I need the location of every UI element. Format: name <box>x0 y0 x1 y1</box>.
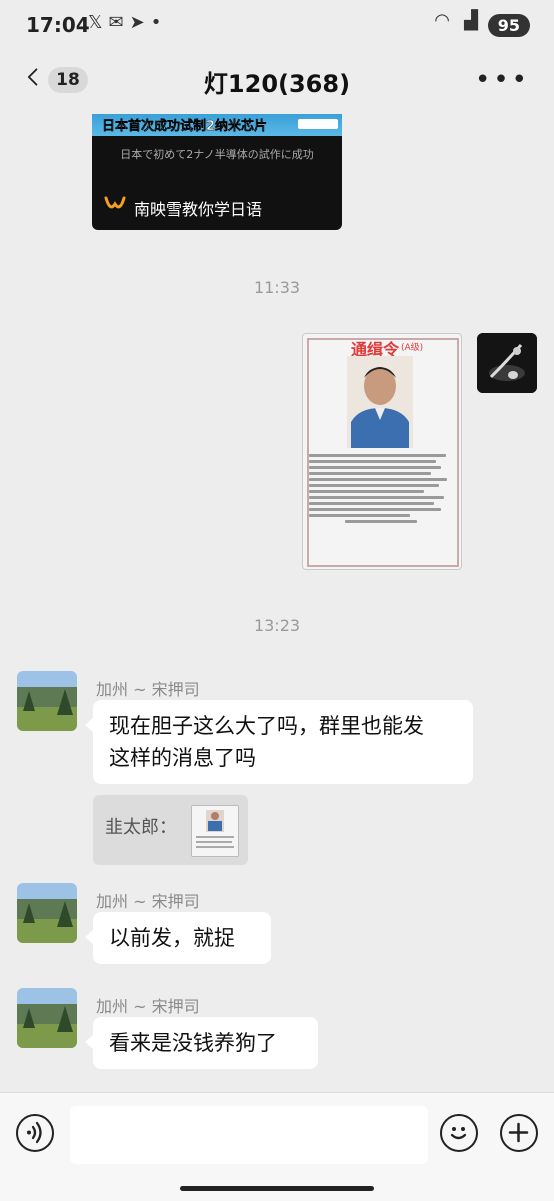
video-source: 南映雪教你学日语 <box>134 200 263 219</box>
more-options-icon[interactable]: ••• <box>475 67 530 93</box>
poster-image[interactable]: 通缉令 (A级) <box>302 333 462 570</box>
home-indicator[interactable] <box>180 1186 374 1191</box>
emoji-icon <box>450 1127 467 1140</box>
quote-text: 韭太郎： <box>105 817 177 838</box>
status-time: 17:04 <box>26 13 90 37</box>
quoted-message[interactable]: 韭太郎： <box>93 795 248 865</box>
message-text: 看来是没钱养狗了 <box>109 1031 277 1055</box>
timestamp: 11:33 <box>253 278 301 297</box>
message-input[interactable] <box>70 1106 428 1164</box>
telegram-icon: ➤ <box>129 12 151 33</box>
chat-title: 灯120(368) <box>203 70 351 98</box>
x-icon: 𝕏 <box>88 12 109 33</box>
video-caption: 日本で初めて2ナノ半導体の試作に成功 <box>120 148 314 161</box>
sender-name: 加州 ~ 宋押司 <box>96 997 200 1016</box>
message-text: 以前发，就捉 <box>109 926 235 950</box>
video-card[interactable]: 日本首次成功试制2纳米芯片 日本で初めて2ナノ半導体の試作に成功 南映雪教你学日… <box>92 114 342 230</box>
poster-level: (A级) <box>401 343 424 353</box>
channel-logo-icon <box>104 196 126 209</box>
sender-name: 加州 ~ 宋押司 <box>96 680 200 699</box>
message-text-line: 这样的消息了吗 <box>109 746 256 770</box>
sender-avatar[interactable] <box>17 883 77 943</box>
sender-avatar[interactable] <box>17 671 77 731</box>
poster-text-lines <box>309 454 453 526</box>
my-avatar[interactable] <box>477 333 537 393</box>
voice-input-button[interactable] <box>16 1114 54 1152</box>
poster-photo <box>347 356 413 448</box>
message-bubble[interactable]: 以前发，就捉 <box>85 912 271 964</box>
video-banner-text: 日本首次成功试制2纳米芯片 <box>102 119 268 134</box>
more-actions-button[interactable] <box>500 1114 538 1152</box>
wifi-icon: ◠ <box>434 10 450 31</box>
video-badge <box>298 119 338 129</box>
battery-indicator: 95 <box>487 14 530 37</box>
notification-icons: 𝕏✉➤• <box>88 12 167 33</box>
message-bubble[interactable]: 现在胆子这么大了吗，群里也能发 这样的消息了吗 <box>85 700 473 784</box>
plus-icon <box>508 1122 529 1143</box>
sender-avatar[interactable] <box>17 988 77 1048</box>
message-text-line: 现在胆子这么大了吗，群里也能发 <box>109 714 424 738</box>
signal-icon: ▟ <box>464 10 478 31</box>
gmail-icon: ✉ <box>108 12 130 33</box>
message-bubble[interactable]: 看来是没钱养狗了 <box>85 1017 318 1069</box>
dot-icon: • <box>150 12 168 33</box>
sender-name: 加州 ~ 宋押司 <box>96 892 200 911</box>
voice-icon <box>27 1121 42 1144</box>
quote-thumbnail <box>191 805 239 857</box>
timestamp: 13:23 <box>253 616 301 635</box>
emoji-button[interactable] <box>440 1114 478 1152</box>
